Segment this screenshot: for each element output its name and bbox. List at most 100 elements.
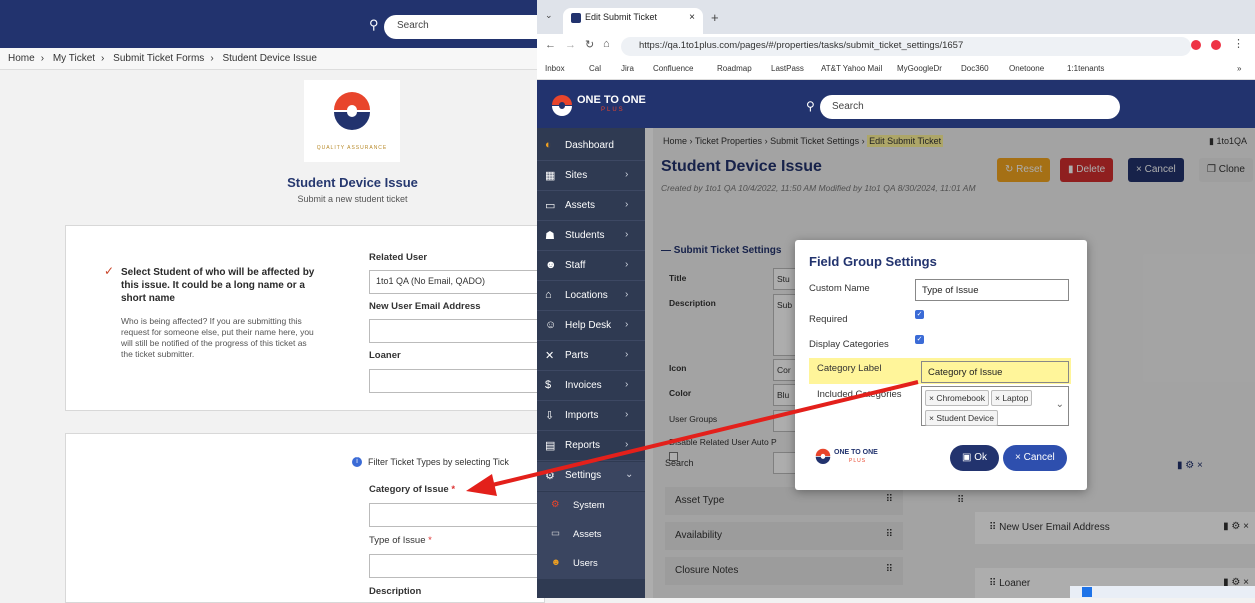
bookmark-confluence[interactable]: Confluence — [653, 64, 693, 73]
bookmark-lastpass[interactable]: LastPass — [771, 64, 804, 73]
modal-title: Field Group Settings — [809, 254, 937, 269]
sidebar-item-reports[interactable]: ▤ Reports › — [537, 432, 645, 461]
close-icon: × — [1015, 452, 1024, 463]
inner-search-input[interactable]: ⚲ Search — [806, 95, 1120, 119]
chevron-down-icon[interactable]: ⌄ — [1056, 399, 1064, 410]
modal-logo-text: ONE TO ONE — [834, 449, 878, 456]
bookmark-att[interactable]: AT&T Yahoo Mail — [821, 64, 882, 73]
url-field[interactable]: https://qa.1to1plus.com/pages/#/properti… — [621, 37, 1191, 56]
new-tab-icon[interactable]: + — [711, 10, 719, 25]
sidebar: ◐ Dashboard ▦ Sites › ▭ Assets › ☗ Students › ☻… — [537, 128, 645, 598]
bookmark-jira[interactable]: Jira — [621, 64, 634, 73]
card1-help: Who is being affected? If you are submit… — [121, 316, 314, 359]
staff-icon: ☻ — [545, 259, 557, 271]
breadcrumb-current: Student Device Issue — [222, 53, 317, 64]
extension-red-icon[interactable] — [1191, 40, 1201, 50]
search-icon[interactable]: ⚲ — [806, 99, 815, 113]
modal-cancel-button[interactable]: × Cancel — [1003, 445, 1067, 471]
tab-list-icon[interactable]: ⌄ — [545, 10, 553, 21]
ticket-type-card: i Filter Ticket Types by selecting Tick … — [65, 433, 549, 603]
new-email-label: New User Email Address — [369, 301, 481, 312]
sidebar-item-assets[interactable]: ▭ Assets › — [537, 192, 645, 221]
sidebar-item-imports[interactable]: ⇩ Imports › — [537, 402, 645, 431]
bookmark-cal[interactable]: Cal — [589, 64, 601, 73]
sidebar-sub-users[interactable]: ☻ Users — [537, 550, 645, 579]
search-icon[interactable]: ⚲ — [369, 17, 379, 33]
included-categories-select[interactable]: × Chromebook × Laptop × Student Device ⌄ — [921, 386, 1069, 426]
save-icon: ▣ — [962, 452, 975, 463]
sidebar-item-parts[interactable]: ✕ Parts › — [537, 342, 645, 371]
sidebar-item-students[interactable]: ☗ Students › — [537, 222, 645, 251]
sidebar-item-invoices[interactable]: $ Invoices › — [537, 372, 645, 401]
modal-logo-sub: PLUS — [849, 458, 867, 464]
related-user-card: ✓ Select Student of who will be affected… — [65, 225, 549, 411]
sidebar-item-dashboard[interactable]: ◐ Dashboard — [537, 132, 645, 161]
inner-search-placeholder: Search — [832, 101, 864, 112]
loaner-label: Loaner — [369, 350, 401, 361]
forward-icon[interactable]: → — [565, 39, 576, 51]
sidebar-item-sites[interactable]: ▦ Sites › — [537, 162, 645, 191]
favicon-icon — [571, 12, 581, 23]
bookmark-1to1tenants[interactable]: 1:1tenants — [1067, 64, 1104, 73]
category-label-label: Category Label — [817, 363, 882, 374]
category-label: Category of Issue * — [369, 484, 456, 495]
bookmark-inbox[interactable]: Inbox — [545, 64, 565, 73]
tab-title: Edit Submit Ticket — [585, 12, 658, 22]
invoices-icon: $ — [545, 379, 552, 391]
new-email-field[interactable] — [369, 319, 549, 343]
reload-icon[interactable]: ↻ — [585, 38, 594, 51]
bookmark-mygoogledr[interactable]: MyGoogleDr — [897, 64, 942, 73]
description-label: Description — [369, 586, 422, 597]
bookmarks-more[interactable]: » — [1237, 64, 1241, 73]
sites-icon: ▦ — [545, 170, 556, 182]
windows-icon[interactable] — [1082, 587, 1092, 597]
logo-sub: PLUS — [601, 107, 625, 113]
type-field[interactable] — [369, 554, 549, 578]
bookmarks-bar: Inbox Cal Jira Confluence Roadmap LastPa… — [537, 58, 1255, 80]
related-user-label: Related User — [369, 252, 428, 263]
students-icon: ☗ — [545, 230, 555, 242]
bookmark-onetoone[interactable]: Onetoone — [1009, 64, 1044, 73]
custom-name-input[interactable]: Type of Issue — [915, 279, 1069, 301]
category-field[interactable] — [369, 503, 549, 527]
logo-icon — [552, 95, 572, 116]
assets-sub-icon: ▭ — [551, 528, 560, 539]
bookmark-doc360[interactable]: Doc360 — [961, 64, 989, 73]
sidebar-sub-assets[interactable]: ▭ Assets — [537, 521, 645, 550]
tab-bar: ⌄ Edit Submit Ticket × + — [537, 0, 1255, 34]
profile-icon[interactable] — [1211, 40, 1221, 50]
page-title: Student Device Issue — [287, 175, 418, 190]
sidebar-item-settings[interactable]: ⚙ Settings ⌄ — [537, 462, 645, 491]
locations-icon: ⌂ — [545, 289, 552, 301]
page-subtitle: Submit a new student ticket — [297, 194, 408, 204]
display-categories-checkbox[interactable]: ✓ — [915, 335, 924, 344]
breadcrumb-forms[interactable]: Submit Ticket Forms — [113, 53, 204, 64]
close-tab-icon[interactable]: × — [689, 12, 695, 23]
sidebar-item-staff[interactable]: ☻ Staff › — [537, 252, 645, 281]
home-icon[interactable]: ⌂ — [603, 38, 610, 50]
menu-icon[interactable]: ⋮ — [1233, 37, 1244, 50]
bookmark-roadmap[interactable]: Roadmap — [717, 64, 752, 73]
sidebar-item-help-desk[interactable]: ☺ Help Desk › — [537, 312, 645, 341]
required-label: Required — [809, 314, 848, 325]
category-label-input[interactable]: Category of Issue — [921, 361, 1069, 383]
loaner-field[interactable] — [369, 369, 549, 393]
back-icon[interactable]: ← — [545, 39, 556, 51]
sidebar-item-locations[interactable]: ⌂ Locations › — [537, 282, 645, 311]
required-checkbox[interactable]: ✓ — [915, 310, 924, 319]
info-icon: i — [352, 457, 362, 467]
breadcrumb-home[interactable]: Home — [8, 53, 35, 64]
sidebar-sub-system[interactable]: ⚙ System — [537, 492, 645, 521]
category-chip[interactable]: × Laptop — [991, 390, 1033, 406]
logo-icon — [334, 92, 370, 130]
category-chip[interactable]: × Chromebook — [925, 390, 989, 406]
breadcrumb-my-ticket[interactable]: My Ticket — [53, 53, 95, 64]
reports-icon: ▤ — [545, 440, 556, 452]
ok-button[interactable]: ▣ Ok — [950, 445, 1000, 471]
browser-tab[interactable]: Edit Submit Ticket × — [563, 8, 703, 34]
dashboard-icon: ◐ — [545, 139, 552, 151]
one-to-one-logo[interactable]: ONE TO ONE PLUS — [551, 92, 646, 118]
related-user-field[interactable]: 1to1 QA (No Email, QADO) — [369, 270, 549, 294]
category-chip[interactable]: × Student Device — [925, 410, 998, 426]
field-group-settings-modal: Field Group Settings Custom Name Type of… — [795, 240, 1087, 490]
